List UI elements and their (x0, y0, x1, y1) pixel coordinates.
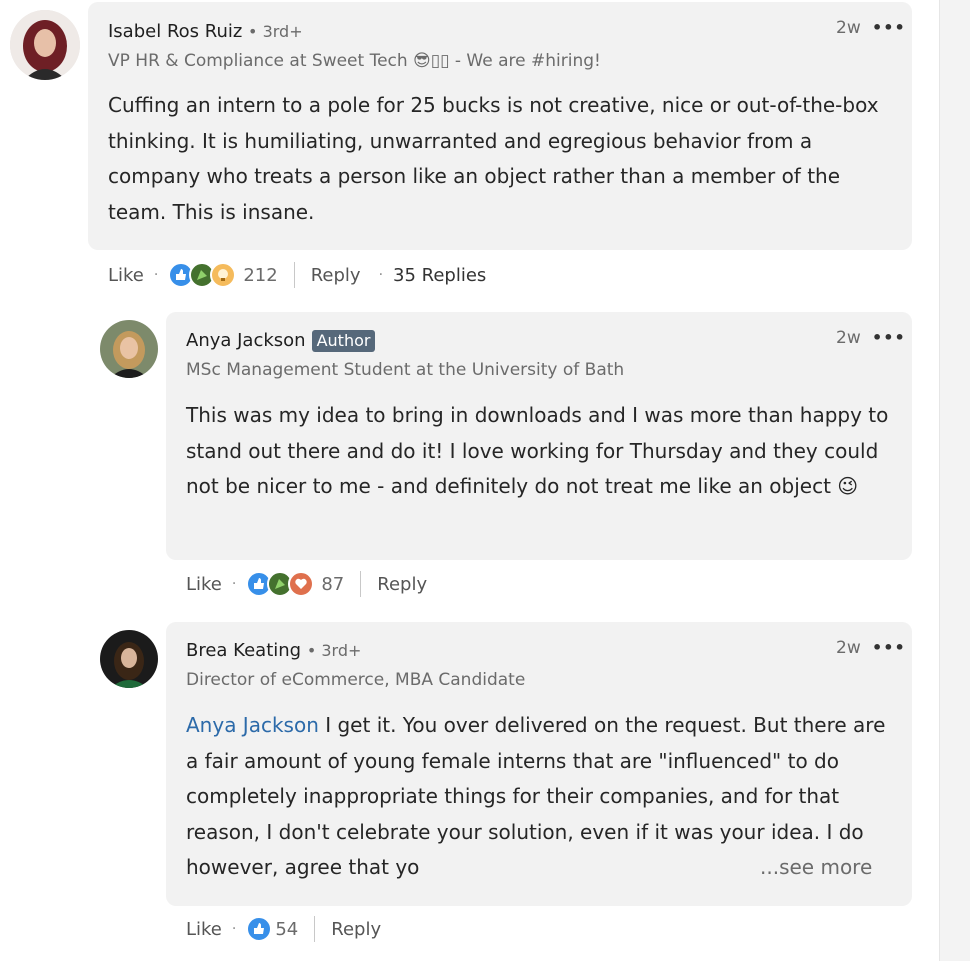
divider (293, 262, 295, 288)
comment-actions: Like · 87 Reply (186, 571, 427, 597)
see-more-button[interactable]: ...see more (760, 855, 872, 879)
insightful-icon (210, 262, 237, 288)
divider (314, 916, 316, 942)
reply-button[interactable]: Reply (377, 574, 427, 595)
divider (360, 571, 362, 597)
comment-time: 2w (836, 18, 861, 38)
love-icon (288, 571, 315, 597)
author-badge: Author (311, 330, 376, 352)
like-button[interactable]: Like (186, 574, 222, 595)
commenter-headline: VP HR & Compliance at Sweet Tech 😎▯▯ - W… (108, 51, 601, 71)
commenter-name[interactable]: Anya Jackson Author (186, 330, 376, 352)
reply-button[interactable]: Reply (311, 265, 361, 286)
reaction-count[interactable]: 54 (275, 919, 298, 940)
separator: · (231, 921, 237, 937)
reaction-count[interactable]: 212 (243, 265, 277, 286)
connection-degree: • 3rd+ (248, 22, 303, 41)
reaction-count[interactable]: 87 (321, 574, 344, 595)
comment-time: 2w (836, 328, 861, 348)
avatar[interactable] (10, 10, 80, 80)
comment-text: This was my idea to bring in downloads a… (186, 403, 889, 498)
see-more-wrap: ...see more (752, 850, 873, 886)
view-replies-button[interactable]: 35 Replies (393, 265, 486, 286)
like-button[interactable]: Like (108, 265, 144, 286)
separator: · (378, 267, 384, 283)
commenter-name-text[interactable]: Anya Jackson (186, 330, 306, 351)
commenter-name[interactable]: Brea Keating • 3rd+ (186, 640, 361, 661)
reply-button[interactable]: Reply (331, 919, 381, 940)
avatar[interactable] (100, 630, 158, 688)
more-options-icon[interactable]: ••• (872, 638, 906, 657)
commenter-headline: MSc Management Student at the University… (186, 360, 625, 380)
scrollbar-track[interactable] (939, 0, 970, 961)
comment-actions: Like · 54 Reply (186, 916, 381, 942)
avatar[interactable] (100, 320, 158, 378)
like-icon (246, 916, 273, 942)
comment-time: 2w (836, 638, 861, 658)
comment-actions: Like · 212 Reply · 35 Replies (108, 262, 486, 288)
like-button[interactable]: Like (186, 919, 222, 940)
more-options-icon[interactable]: ••• (872, 18, 906, 37)
more-options-icon[interactable]: ••• (872, 328, 906, 347)
commenter-name-text[interactable]: Isabel Ros Ruiz (108, 21, 242, 42)
mention-link[interactable]: Anya Jackson (186, 713, 319, 737)
commenter-name-text[interactable]: Brea Keating (186, 640, 301, 661)
connection-degree: • 3rd+ (306, 641, 362, 660)
commenter-name[interactable]: Isabel Ros Ruiz • 3rd+ (108, 21, 303, 42)
comment-text: Cuffing an intern to a pole for 25 bucks… (108, 93, 879, 224)
commenter-headline: Director of eCommerce, MBA Candidate (186, 670, 526, 690)
separator: · (153, 267, 159, 283)
separator: · (231, 576, 237, 592)
